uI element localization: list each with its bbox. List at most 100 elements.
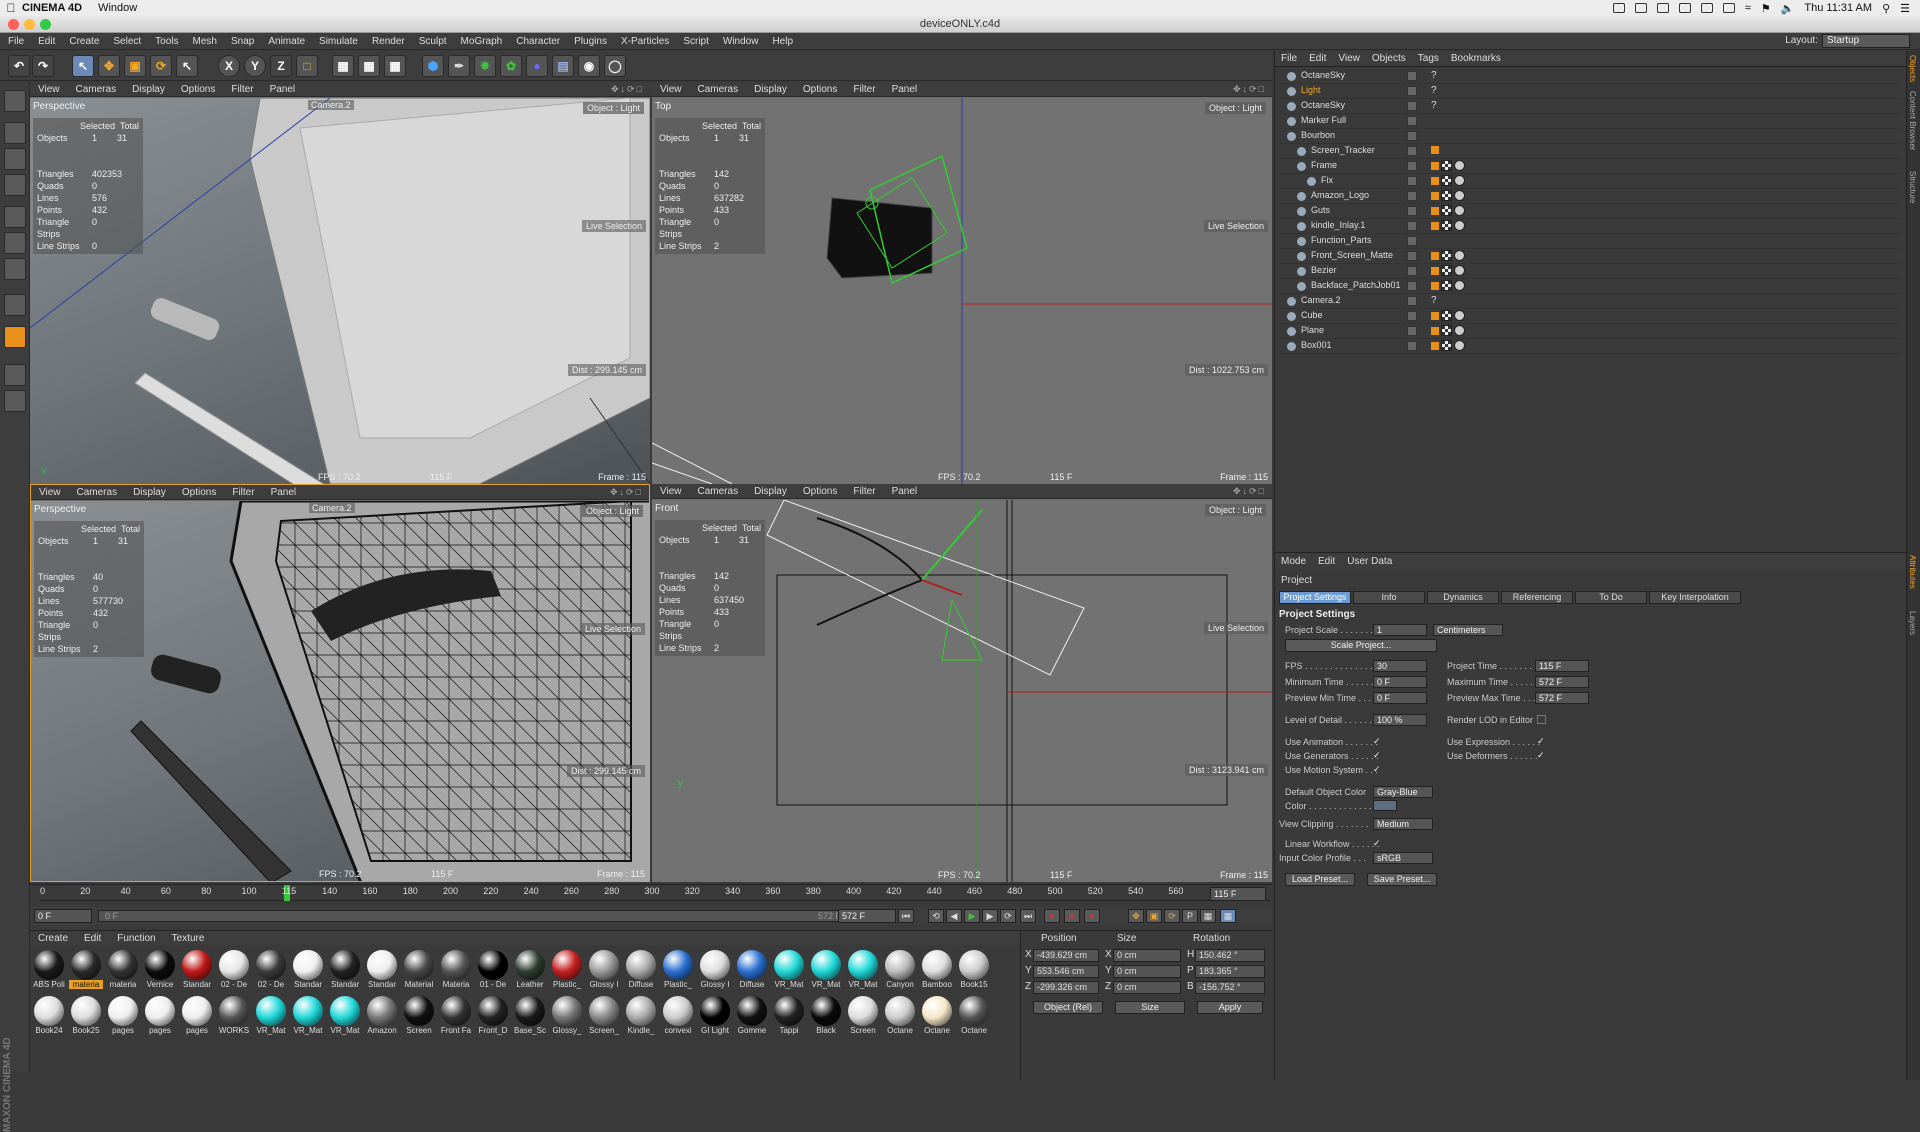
viewport-nav-icons[interactable]: ✥↓⟳□	[610, 487, 643, 498]
vp-menu-cameras[interactable]: Cameras	[698, 486, 739, 497]
material-swatch[interactable]: pages	[180, 995, 214, 1035]
subdivision-icon[interactable]: ✸	[474, 55, 496, 77]
size-mode-select[interactable]: Size	[1115, 1001, 1185, 1014]
viewport-nav-icons[interactable]: ✥↓⟳□	[1233, 486, 1266, 497]
x-axis-lock-button[interactable]: X	[218, 55, 240, 77]
object-tags[interactable]	[1431, 160, 1467, 171]
list-icon[interactable]: ☰	[1900, 2, 1910, 15]
tag-icon[interactable]	[1431, 281, 1439, 290]
key-position-icon[interactable]: ✥	[1128, 909, 1144, 923]
vp-menu-view[interactable]: View	[660, 84, 682, 95]
om-menu-tags[interactable]: Tags	[1418, 53, 1439, 64]
visibility-toggle[interactable]	[1407, 296, 1417, 306]
vp-menu-filter[interactable]: Filter	[231, 84, 253, 95]
render-view-icon[interactable]: ▦	[332, 55, 354, 77]
material-swatch[interactable]: pages	[106, 995, 140, 1035]
visibility-toggle[interactable]	[1407, 161, 1417, 171]
texture-tag-icon[interactable]	[1441, 325, 1452, 336]
object-tags[interactable]: ?	[1431, 70, 1437, 81]
tag-icon[interactable]	[1431, 251, 1439, 260]
visibility-toggle[interactable]	[1407, 176, 1417, 186]
visibility-toggle[interactable]	[1407, 266, 1417, 276]
tag-icon[interactable]	[1431, 326, 1439, 335]
visibility-toggle[interactable]	[1407, 311, 1417, 321]
object-row[interactable]: Cube	[1279, 309, 1899, 324]
visibility-toggle[interactable]	[1407, 71, 1417, 81]
object-row[interactable]: OctaneSky?	[1279, 69, 1899, 84]
material-swatch[interactable]: Bamboo	[920, 949, 954, 989]
tab-referencing[interactable]: Referencing	[1501, 591, 1573, 604]
material-tag-icon[interactable]	[1454, 190, 1465, 201]
vp-menu-view[interactable]: View	[38, 84, 60, 95]
object-tags[interactable]	[1431, 175, 1467, 186]
material-swatch[interactable]: Octane	[957, 995, 991, 1035]
material-swatch[interactable]: ABS Poli	[32, 949, 66, 989]
project-scale-field[interactable]: 1	[1373, 624, 1427, 636]
clock[interactable]: Thu 11:31 AM	[1804, 2, 1872, 14]
texture-tag-icon[interactable]	[1441, 160, 1452, 171]
next-key-icon[interactable]: ⟳	[1000, 909, 1016, 923]
light-icon[interactable]: ◯	[604, 55, 626, 77]
object-tags[interactable]	[1431, 190, 1467, 201]
menu-script[interactable]: Script	[683, 36, 709, 47]
material-swatch[interactable]: 02 - De	[217, 949, 251, 989]
menu-select[interactable]: Select	[113, 36, 141, 47]
menu-x-particles[interactable]: X-Particles	[621, 36, 669, 47]
vp-menu-panel[interactable]: Panel	[892, 84, 918, 95]
object-name[interactable]: Function_Parts	[1311, 235, 1372, 245]
mat-menu-edit[interactable]: Edit	[84, 933, 101, 944]
autokey-icon[interactable]: ●	[1064, 909, 1080, 923]
apply-button[interactable]: Apply	[1197, 1001, 1263, 1014]
visibility-toggle[interactable]	[1407, 326, 1417, 336]
visibility-toggle[interactable]	[1407, 131, 1417, 141]
preview-min-field[interactable]: 0 F	[1373, 692, 1427, 704]
tag-icon[interactable]	[1431, 176, 1439, 185]
object-tags[interactable]	[1431, 250, 1467, 261]
object-row[interactable]: OctaneSky?	[1279, 99, 1899, 114]
texture-tag-icon[interactable]	[1441, 220, 1452, 231]
material-swatch[interactable]: Vernice	[143, 949, 177, 989]
key-pla-icon[interactable]: ▦	[1200, 909, 1216, 923]
material-tag-icon[interactable]	[1454, 325, 1465, 336]
viewport-front[interactable]: View Cameras Display Options Filter Pane…	[652, 484, 1272, 882]
min-time-field[interactable]: 0 F	[1373, 676, 1427, 688]
object-name[interactable]: Camera.2	[1301, 295, 1341, 305]
texture-tag-icon[interactable]	[1441, 190, 1452, 201]
vp-menu-panel[interactable]: Panel	[271, 487, 297, 498]
tag-icon[interactable]	[1431, 191, 1439, 200]
minimize-window-button[interactable]	[24, 19, 35, 30]
material-swatch[interactable]: Screen_	[587, 995, 621, 1035]
material-swatch[interactable]: Tappi	[772, 995, 806, 1035]
tab-layers[interactable]: Layers	[1908, 611, 1917, 635]
load-preset-button[interactable]: Load Preset...	[1285, 873, 1355, 886]
visibility-toggle[interactable]	[1407, 206, 1417, 216]
object-name[interactable]: Guts	[1311, 205, 1330, 215]
material-swatch[interactable]: VR_Mat	[328, 995, 362, 1035]
cube-icon[interactable]: ⬢	[422, 55, 444, 77]
object-name[interactable]: Bourbon	[1301, 130, 1335, 140]
om-menu-file[interactable]: File	[1281, 53, 1297, 64]
input-profile-select[interactable]: sRGB	[1373, 852, 1433, 864]
timeline-scheme-icon[interactable]: ▦	[1220, 909, 1236, 923]
menu-tools[interactable]: Tools	[155, 36, 178, 47]
menu-create[interactable]: Create	[69, 36, 99, 47]
dropbox-icon[interactable]	[1612, 3, 1625, 13]
object-name[interactable]: Box001	[1301, 340, 1332, 350]
size-x-field[interactable]: 0 cm	[1113, 949, 1181, 962]
coordinate-system-icon[interactable]: □	[296, 55, 318, 77]
am-menu-mode[interactable]: Mode	[1281, 556, 1306, 567]
material-swatch[interactable]: VR_Mat	[772, 949, 806, 989]
object-tags[interactable]	[1431, 205, 1467, 216]
object-row[interactable]: Fix	[1279, 174, 1899, 189]
menu-help[interactable]: Help	[772, 36, 793, 47]
live-selection-icon[interactable]: ↖	[176, 55, 198, 77]
render-lod-checkbox[interactable]	[1537, 715, 1546, 724]
flag-icon[interactable]: ⚑	[1761, 2, 1771, 15]
play-icon[interactable]: ▶	[964, 909, 980, 923]
keyframe-selection-icon[interactable]: ●	[1084, 909, 1100, 923]
object-row[interactable]: Screen_Tracker	[1279, 144, 1899, 159]
tab-to-do[interactable]: To Do	[1575, 591, 1647, 604]
object-name[interactable]: OctaneSky	[1301, 100, 1345, 110]
sync-icon[interactable]	[1656, 3, 1669, 13]
material-tag-icon[interactable]	[1454, 280, 1465, 291]
